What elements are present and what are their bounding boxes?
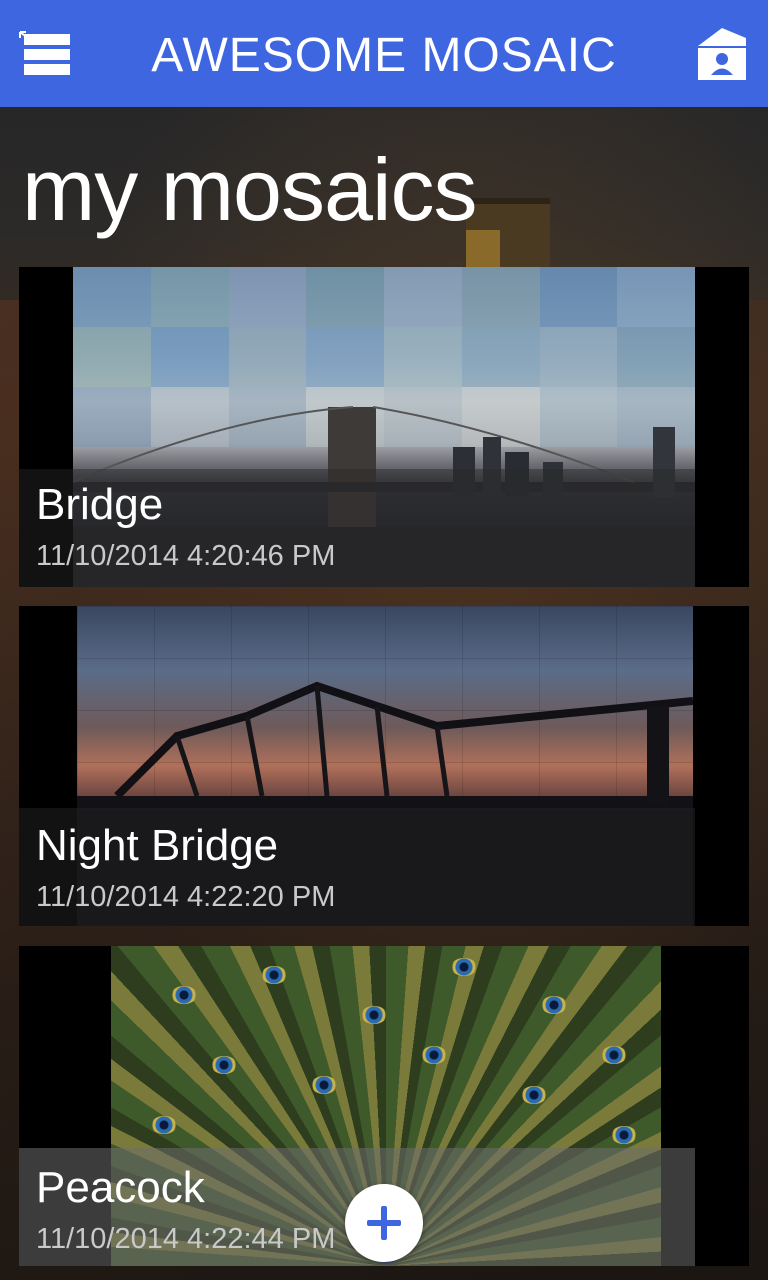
app-title: AWESOME MOSAIC [151, 29, 617, 82]
feather-eye [421, 1046, 447, 1064]
feather-eye [361, 1006, 387, 1024]
feather-eye [171, 986, 197, 1004]
mosaic-caption: Night Bridge 11/10/2014 4:22:20 PM [19, 808, 695, 926]
feather-eye [601, 1046, 627, 1064]
mosaic-date: 11/10/2014 4:20:46 PM [36, 540, 336, 572]
mosaic-name: Peacock [36, 1163, 205, 1212]
feather-eye [151, 1116, 177, 1134]
add-mosaic-button[interactable] [345, 1184, 423, 1262]
feather-eye [451, 958, 477, 976]
feather-eye [541, 996, 567, 1014]
background-tower [466, 198, 550, 274]
mosaic-card-night-bridge[interactable]: Night Bridge 11/10/2014 4:22:20 PM [19, 606, 749, 926]
page-title: my mosaics [22, 140, 477, 239]
feather-eye [311, 1076, 337, 1094]
app-header: AWESOME MOSAIC [0, 0, 768, 107]
mosaic-caption: Bridge 11/10/2014 4:20:46 PM [19, 469, 695, 587]
feather-eye [211, 1056, 237, 1074]
profile-card-icon [698, 28, 746, 80]
profile-button[interactable] [692, 24, 752, 84]
feather-eye [521, 1086, 547, 1104]
mosaic-date: 11/10/2014 4:22:44 PM [36, 1223, 336, 1255]
feather-eye [261, 966, 287, 984]
mosaic-name: Bridge [36, 480, 164, 529]
feather-eye [611, 1126, 637, 1144]
mosaic-name: Night Bridge [36, 821, 279, 870]
mosaic-card-bridge[interactable]: Bridge 11/10/2014 4:20:46 PM [19, 267, 749, 587]
mosaic-date: 11/10/2014 4:22:20 PM [36, 881, 336, 913]
